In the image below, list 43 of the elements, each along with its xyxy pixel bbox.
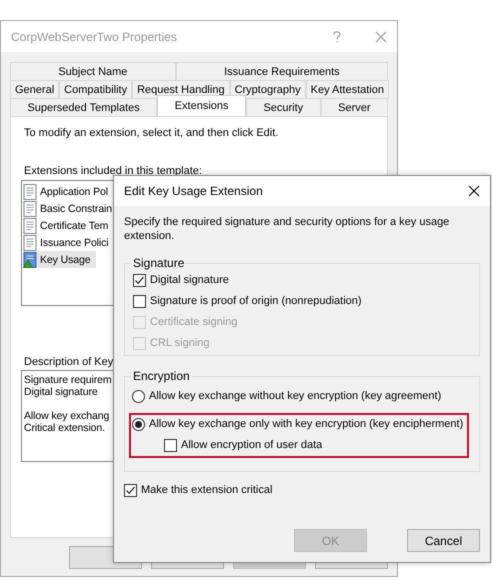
dialog-button[interactable]: Cancel — [407, 529, 480, 552]
radio-option[interactable]: Allow key exchange only with key encryption (key encipherment) — [132, 416, 464, 432]
tab[interactable]: General — [10, 80, 60, 98]
tab[interactable]: Superseded Templates — [10, 98, 158, 116]
description-line: Allow key exchang — [24, 410, 110, 422]
checkbox[interactable] — [133, 274, 146, 286]
checkbox-option[interactable]: Make this extension critical — [124, 482, 480, 498]
tab[interactable]: Cryptography — [230, 80, 306, 98]
instruction-text: Specify the required signature and security options for a key usage extension. — [124, 215, 450, 243]
checkbox-option[interactable]: Signature is proof of origin (nonrepudiation) — [133, 293, 471, 309]
checkbox[interactable] — [124, 484, 137, 496]
checkbox[interactable] — [133, 294, 146, 308]
extension-item[interactable]: Application Pol — [23, 183, 114, 200]
description-label: Description of Key — [24, 356, 114, 368]
radio-button[interactable] — [132, 418, 145, 430]
tab[interactable]: Issuance Requirements — [176, 62, 388, 80]
help-icon[interactable] — [333, 30, 341, 42]
instruction-text: To modify an extension, select it, and then click Edit. — [24, 127, 280, 139]
tab[interactable]: Compatibility — [59, 80, 132, 98]
checkbox-option[interactable]: Digital signature — [133, 272, 471, 288]
description-line: Critical extension. — [24, 422, 105, 434]
checkbox-option[interactable]: Allow encryption of user data — [164, 437, 464, 453]
group-legend: Encryption — [131, 369, 192, 383]
description-line: Signature requirem — [24, 374, 112, 386]
dialog-title: Edit Key Usage Extension — [124, 184, 264, 198]
extension-item[interactable]: Issuance Polici — [23, 234, 115, 251]
extension-item[interactable]: Key Usage — [23, 251, 96, 268]
tab[interactable]: Subject Name — [10, 62, 176, 80]
close-icon[interactable] — [468, 185, 480, 197]
group-legend: Signature — [131, 256, 186, 270]
tab[interactable]: Key Attestation — [306, 80, 389, 98]
tab[interactable]: Server — [320, 98, 388, 116]
tab[interactable]: Extensions — [157, 95, 246, 116]
extension-item[interactable]: Basic Constrain — [23, 200, 118, 217]
tab[interactable]: Security — [246, 98, 321, 116]
extension-item[interactable]: Certificate Tem — [23, 217, 114, 234]
document-warning-icon — [23, 252, 37, 268]
list-label: Extensions included in this template: — [24, 165, 203, 177]
checkbox[interactable] — [164, 438, 177, 452]
radio-option[interactable]: Allow key exchange without key encryption (key agreement) — [132, 388, 442, 404]
description-line: Digital signature — [24, 386, 98, 398]
window-title: CorpWebServerTwo Properties — [11, 30, 178, 44]
radio-button[interactable] — [132, 390, 145, 402]
